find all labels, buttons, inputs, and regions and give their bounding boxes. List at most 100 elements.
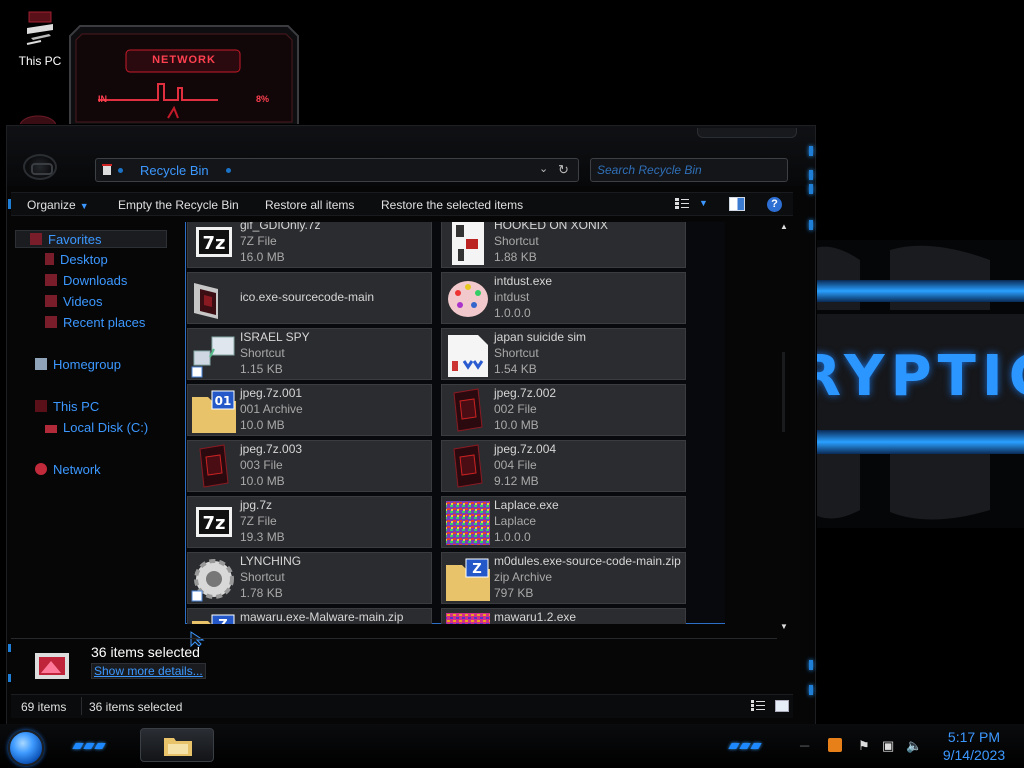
view-dropdown-icon[interactable]: ▼ [699, 198, 708, 208]
help-icon[interactable]: ? [767, 197, 782, 212]
file-tile[interactable]: Z mawaru.exe-Malware-main.zip zip Archiv… [187, 608, 432, 624]
svg-text:01: 01 [215, 394, 232, 408]
details-view-icon[interactable] [751, 700, 765, 712]
file-tile[interactable]: jpeg.7z.004 004 File 9.12 MB [441, 440, 686, 492]
java-tray-icon[interactable] [828, 738, 842, 752]
file-tile[interactable]: Z m0dules.exe-source-code-main.zip zip A… [441, 552, 686, 604]
file-tile[interactable]: 7z jpg.7z 7Z File 19.3 MB [187, 496, 432, 548]
dark-file-icon [453, 444, 483, 488]
file-type: intdust [494, 290, 530, 304]
preview-pane-icon[interactable] [729, 197, 745, 211]
file-tile[interactable]: mawaru1.2.exe mawaru wiru [441, 608, 686, 624]
search-input[interactable] [591, 159, 787, 181]
address-bar[interactable]: Recycle Bin ⌄ ↻ [95, 158, 579, 182]
organize-button[interactable]: Organize ▼ [27, 198, 89, 212]
noise-pink-icon [446, 613, 490, 624]
file-size: 10.0 MB [240, 474, 285, 488]
restore-all-button[interactable]: Restore all items [265, 198, 354, 212]
file-list[interactable]: 7z gif_GDIOnly.7z 7Z File 16.0 MB HOOKED… [185, 222, 725, 624]
file-type: 003 File [240, 458, 283, 472]
explorer-window[interactable]: Recycle Bin ⌄ ↻ Organize▼ Empty the Recy… [6, 125, 816, 725]
svg-text:7z: 7z [202, 233, 225, 254]
file-type: 002 File [494, 402, 537, 416]
desktop-icon [45, 253, 54, 265]
nav-label: Favorites [48, 232, 102, 247]
gadget-percent: 8% [256, 94, 270, 104]
organize-label: Organize [27, 198, 76, 212]
address-dropdown-icon[interactable]: ⌄ [539, 162, 548, 175]
network-tray-icon[interactable]: ▣ [882, 738, 894, 754]
file-name: HOOKED ON XONIX [494, 222, 609, 232]
file-name: intdust.exe [494, 274, 553, 288]
file-name: jpeg.7z.004 [494, 442, 557, 456]
this-pc-icon [26, 11, 53, 45]
address-location[interactable]: Recycle Bin [140, 163, 209, 178]
refresh-icon[interactable]: ↻ [558, 162, 569, 178]
file-name: m0dules.exe-source-code-main.zip [494, 554, 681, 568]
taskbar-explorer-button[interactable] [140, 728, 214, 762]
file-tile[interactable]: jpeg.7z.002 002 File 10.0 MB [441, 384, 686, 436]
taskbar-clock[interactable]: 5:17 PM 9/14/2023 [928, 728, 1020, 764]
palette-icon [448, 281, 488, 317]
file-tile[interactable]: jpeg.7z.003 003 File 10.0 MB [187, 440, 432, 492]
large-icons-view-icon[interactable] [775, 700, 789, 712]
file-type: Shortcut [494, 346, 539, 360]
7zip-icon: 7z [196, 507, 232, 537]
network-icon [35, 463, 47, 475]
start-button[interactable] [8, 730, 44, 766]
back-forward-orb[interactable] [23, 154, 57, 180]
breadcrumb-separator-icon[interactable] [226, 168, 231, 173]
scroll-thumb[interactable] [782, 352, 785, 432]
empty-recycle-bin-button[interactable]: Empty the Recycle Bin [118, 198, 239, 212]
file-tile[interactable]: Laplace.exe Laplace 1.0.0.0 [441, 496, 686, 548]
favorites-icon [30, 233, 42, 245]
file-tile[interactable]: japan suicide sim Shortcut 1.54 KB [441, 328, 686, 380]
nav-item-homegroup[interactable]: Homegroup [35, 357, 121, 372]
homegroup-icon [35, 358, 47, 370]
scroll-down-icon[interactable]: ▼ [780, 622, 788, 631]
wallpaper-text: RYPTIC [798, 344, 1024, 409]
restore-selected-button[interactable]: Restore the selected items [381, 198, 523, 212]
file-tile[interactable]: LYNCHING Shortcut 1.78 KB [187, 552, 432, 604]
nav-item-recent-places[interactable]: Recent places [45, 315, 145, 330]
file-tile[interactable]: ico.exe-sourcecode-main [187, 272, 432, 324]
view-options-icon[interactable] [675, 198, 689, 210]
desktop-icon-this-pc[interactable]: This PC [14, 10, 66, 68]
file-tile[interactable]: ISRAEL SPY Shortcut 1.15 KB [187, 328, 432, 380]
desktop-icon-label: This PC [18, 54, 62, 68]
network-gadget[interactable]: NETWORK IN 8% [68, 22, 300, 128]
vertical-scrollbar[interactable]: ▲ ▼ [777, 222, 791, 634]
action-center-flag-icon[interactable]: ⚑ [858, 738, 870, 754]
nav-item-favorites[interactable]: Favorites [15, 230, 167, 248]
file-tile[interactable]: 01 jpeg.7z.001 001 Archive 10.0 MB [187, 384, 432, 436]
taskbar: ─ ⚑ ▣ 🔈 5:17 PM 9/14/2023 [0, 724, 1024, 768]
file-type: Shortcut [240, 570, 285, 584]
details-pane: 36 items selected Show more details... [11, 638, 777, 690]
window-right-rail [805, 140, 815, 715]
file-name: mawaru.exe-Malware-main.zip [240, 610, 404, 624]
volume-icon[interactable]: 🔈 [906, 738, 922, 754]
search-box[interactable] [590, 158, 788, 182]
file-name: jpeg.7z.002 [494, 386, 557, 400]
7zip-icon: 7z [196, 227, 232, 257]
nav-item-videos[interactable]: Videos [45, 294, 103, 309]
gadget-title: NETWORK [152, 54, 216, 66]
nav-item-this-pc[interactable]: This PC [35, 399, 99, 414]
nav-label: Desktop [60, 252, 108, 267]
nav-item-network[interactable]: Network [35, 462, 101, 477]
status-bar: 69 items 36 items selected [11, 694, 793, 718]
nav-label: Downloads [63, 273, 128, 288]
file-name: jpeg.7z.003 [240, 442, 303, 456]
show-more-details-link[interactable]: Show more details... [91, 663, 206, 679]
file-type: Shortcut [240, 346, 285, 360]
clock-date: 9/14/2023 [942, 747, 1006, 763]
scroll-up-icon[interactable]: ▲ [780, 222, 788, 231]
file-tile[interactable]: HOOKED ON XONIX Shortcut 1.88 KB [441, 222, 686, 268]
nav-item-desktop[interactable]: Desktop [45, 252, 108, 267]
nav-item-downloads[interactable]: Downloads [45, 273, 127, 288]
file-tile[interactable]: intdust.exe intdust 1.0.0.0 [441, 272, 686, 324]
nav-item-local-disk[interactable]: Local Disk (C:) [45, 420, 148, 435]
file-name: japan suicide sim [494, 330, 587, 344]
command-bar: Organize ▼ Empty the Recycle Bin Restore … [11, 192, 793, 216]
file-tile[interactable]: 7z gif_GDIOnly.7z 7Z File 16.0 MB [187, 222, 432, 268]
